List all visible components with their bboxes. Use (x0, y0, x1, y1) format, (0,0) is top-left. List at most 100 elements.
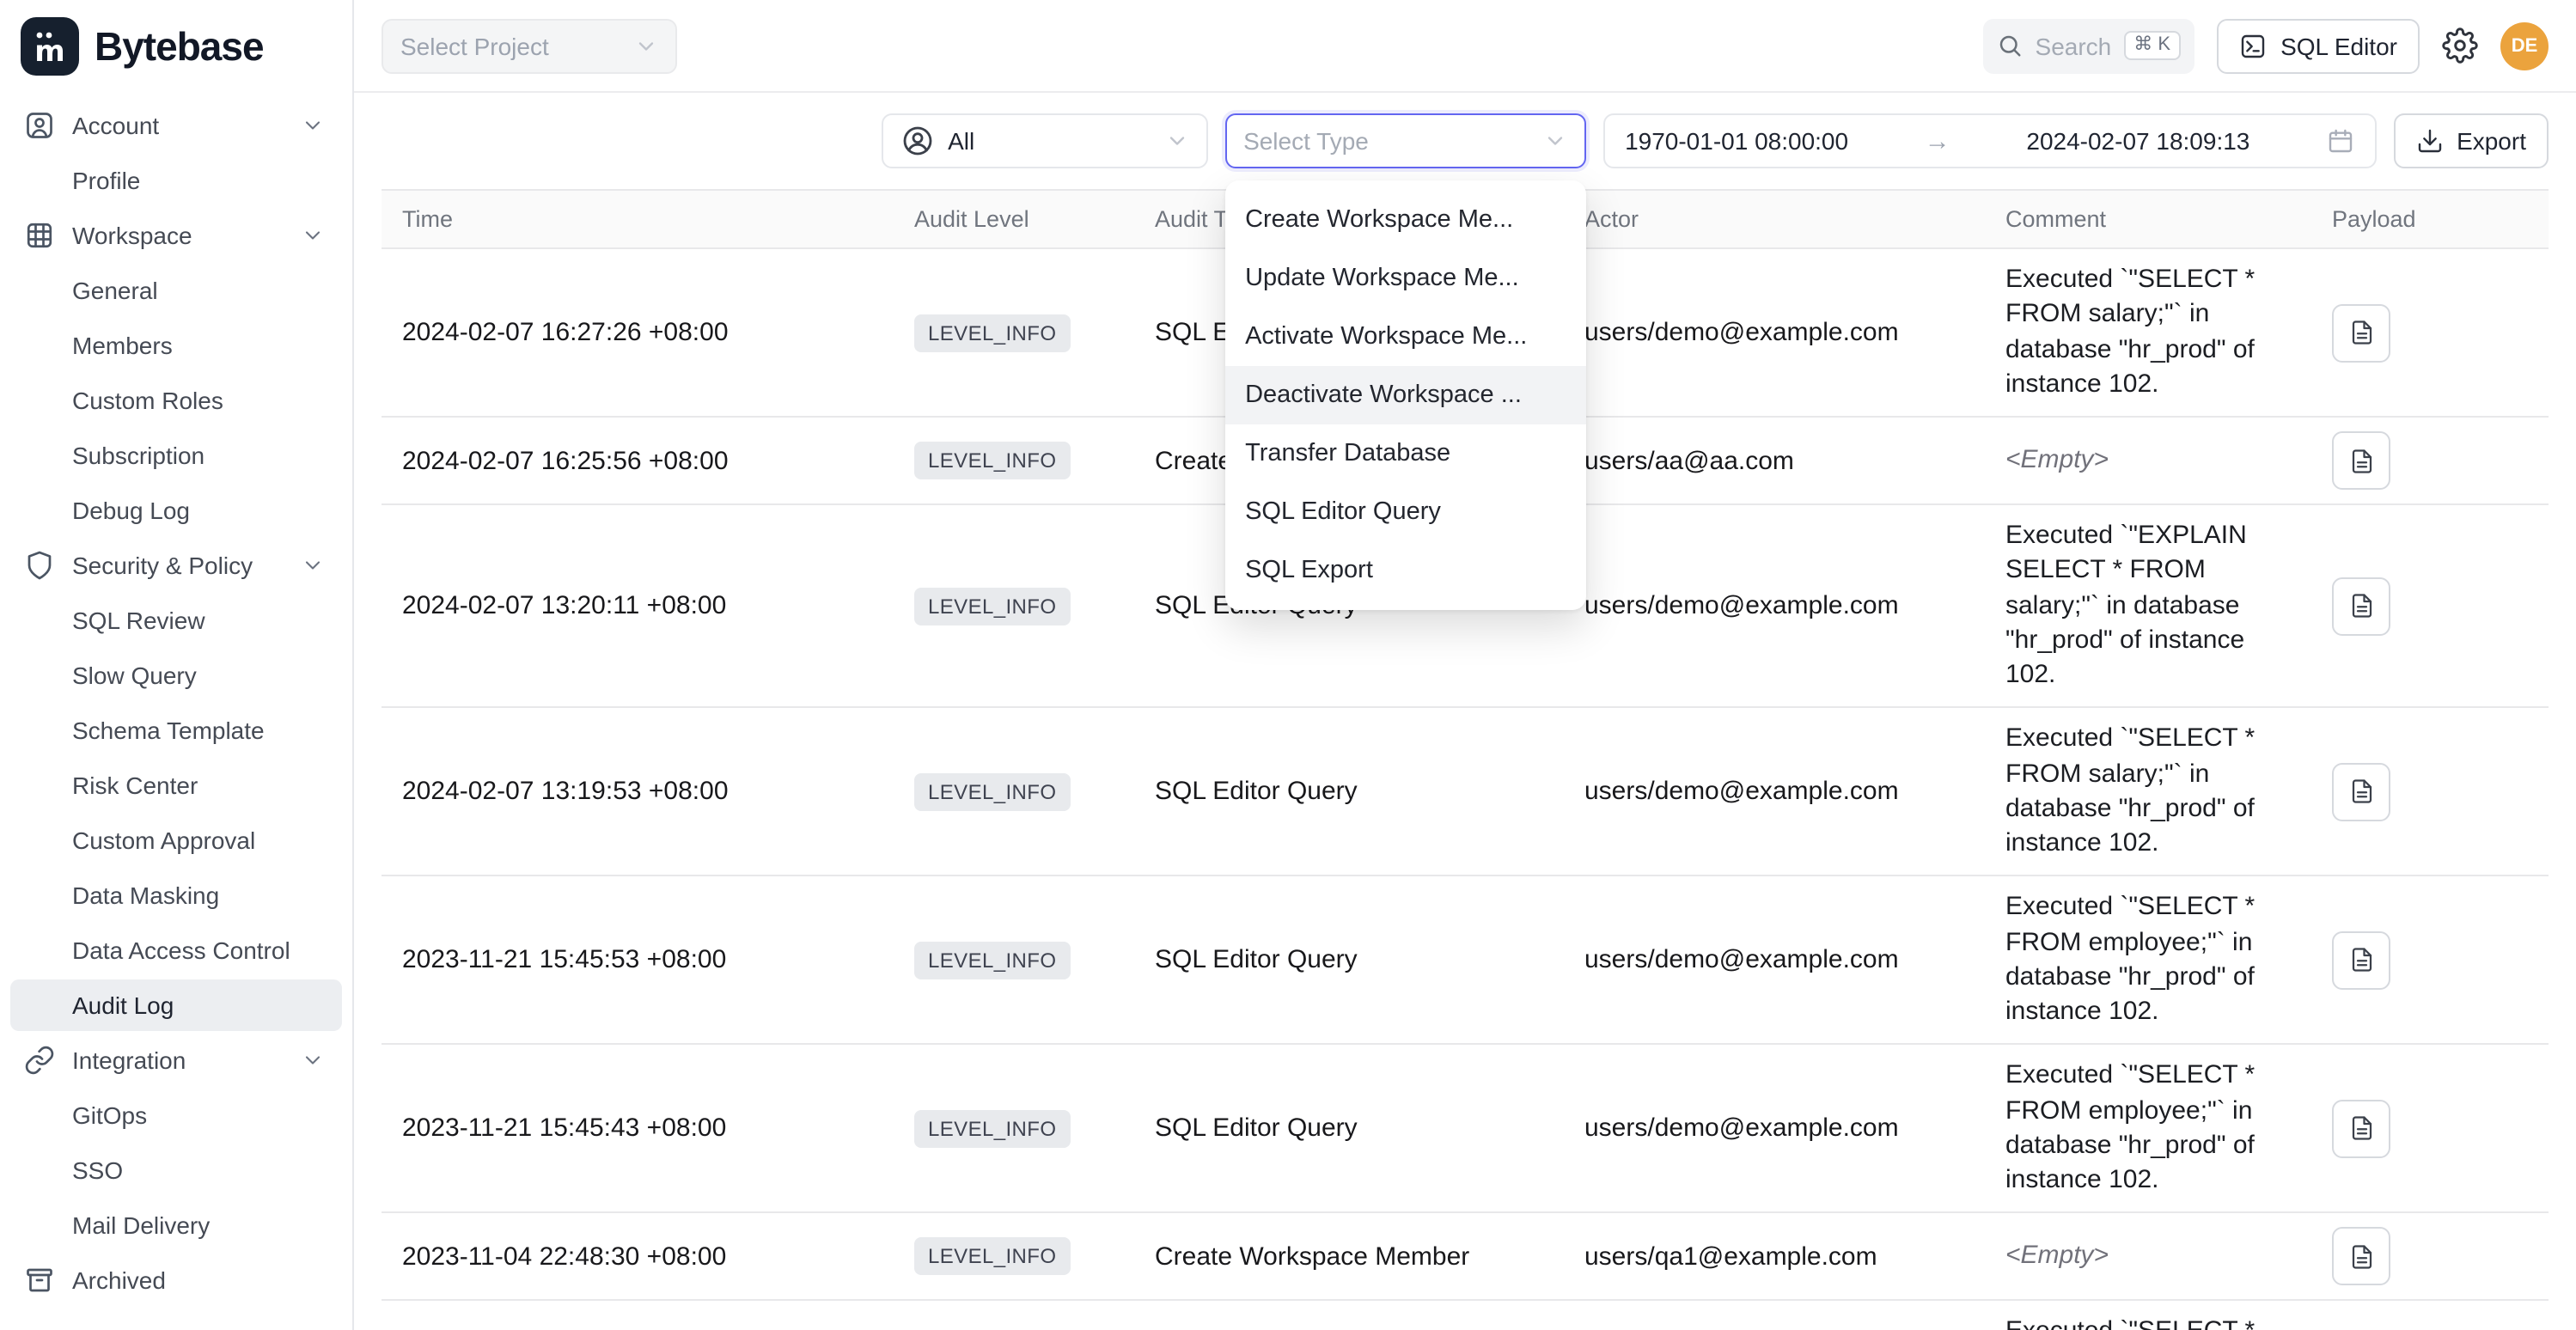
cell-payload (2311, 708, 2549, 876)
type-option-create-workspace-me[interactable]: Create Workspace Me... (1224, 191, 1585, 249)
avatar[interactable]: DE (2500, 21, 2549, 70)
sidebar-nav: AccountProfileWorkspaceGeneralMembersCus… (0, 93, 352, 1306)
cell-actor: users/demo@example.com (1564, 708, 1985, 876)
sidebar-section-account[interactable]: Account (10, 100, 342, 151)
payload-button[interactable] (2332, 1228, 2390, 1286)
cell-actor: users/demo@example.com (1564, 1301, 1985, 1330)
type-option-transfer-database[interactable]: Transfer Database (1224, 424, 1585, 483)
main-area: Select Project Search ⌘ K SQL Editor (354, 0, 2576, 1330)
sidebar-item-audit-log[interactable]: Audit Log (10, 979, 342, 1031)
sidebar-item-data-masking[interactable]: Data Masking (10, 869, 342, 921)
level-badge: LEVEL_INFO (914, 442, 1070, 479)
project-select[interactable]: Select Project (382, 18, 677, 73)
sidebar-item-sql-review[interactable]: SQL Review (10, 595, 342, 646)
settings-gear-icon[interactable] (2442, 27, 2478, 64)
sql-editor-button[interactable]: SQL Editor (2217, 18, 2420, 73)
payload-button[interactable] (2332, 763, 2390, 821)
download-icon (2415, 127, 2443, 155)
cell-comment: Executed `"EXPLAIN SELECT * FROM salary;… (1985, 504, 2311, 708)
brand-logo[interactable]: m Bytebase (0, 0, 352, 93)
cell-payload (2311, 248, 2549, 417)
sidebar-item-general[interactable]: General (10, 265, 342, 316)
date-range-picker[interactable]: 1970-01-01 08:00:00 → 2024-02-07 18:09:1… (1602, 113, 2376, 168)
actor-filter-value: All (948, 127, 974, 155)
col-header-time: Time (382, 190, 894, 248)
col-header-comment: Comment (1985, 190, 2311, 248)
cell-comment: <Empty> (1985, 1213, 2311, 1301)
table-row: 2023-11-21 15:45:53 +08:00LEVEL_INFOSQL … (382, 876, 2549, 1045)
search-input[interactable]: Search ⌘ K (1984, 18, 2195, 73)
cell-actor: users/demo@example.com (1564, 1045, 1985, 1213)
sidebar-item-risk-center[interactable]: Risk Center (10, 760, 342, 811)
filter-bar: All Select Type Create Workspace Me...Up… (354, 93, 2576, 189)
type-option-activate-workspace-me[interactable]: Activate Workspace Me... (1224, 308, 1585, 366)
sidebar-item-schema-template[interactable]: Schema Template (10, 705, 342, 756)
sidebar-item-custom-roles[interactable]: Custom Roles (10, 375, 342, 426)
payload-button[interactable] (2332, 431, 2390, 490)
cell-audit-level: LEVEL_INFO (894, 1301, 1134, 1330)
sidebar-item-custom-approval[interactable]: Custom Approval (10, 814, 342, 866)
payload-button[interactable] (2332, 1100, 2390, 1158)
sidebar-item-subscription[interactable]: Subscription (10, 430, 342, 481)
date-to: 2024-02-07 18:09:13 (2026, 127, 2249, 155)
payload-button[interactable] (2332, 931, 2390, 990)
export-label: Export (2457, 127, 2526, 155)
table-row: 2023-11-04 22:48:30 +08:00LEVEL_INFOCrea… (382, 1213, 2549, 1301)
date-from: 1970-01-01 08:00:00 (1625, 127, 1848, 155)
sql-editor-label: SQL Editor (2280, 32, 2397, 59)
cell-audit-level: LEVEL_INFO (894, 417, 1134, 504)
level-badge: LEVEL_INFO (914, 587, 1070, 625)
cell-comment: Executed `"SELECT * FROM salary;"` in da… (1985, 248, 2311, 417)
sidebar-section-workspace[interactable]: Workspace (10, 210, 342, 261)
sidebar-section-integration[interactable]: Integration (10, 1034, 342, 1086)
cell-audit-level: LEVEL_INFO (894, 1213, 1134, 1301)
chevron-down-icon (634, 34, 658, 58)
cell-actor: users/qa1@example.com (1564, 1213, 1985, 1301)
payload-button[interactable] (2332, 577, 2390, 635)
cell-comment: <Empty> (1985, 417, 2311, 504)
type-option-sql-editor-query[interactable]: SQL Editor Query (1224, 483, 1585, 541)
sidebar-item-slow-query[interactable]: Slow Query (10, 650, 342, 701)
cell-comment: Executed `"SELECT * FROM employee;"` in … (1985, 876, 2311, 1045)
sidebar-section-archived[interactable]: Archived (10, 1254, 342, 1306)
sidebar-item-debug-log[interactable]: Debug Log (10, 485, 342, 536)
cell-time: 2024-02-07 16:27:26 +08:00 (382, 248, 894, 417)
sidebar-item-sso[interactable]: SSO (10, 1144, 342, 1196)
level-badge: LEVEL_INFO (914, 942, 1070, 979)
workspace-icon (24, 220, 55, 251)
cell-payload (2311, 876, 2549, 1045)
brand-name: Bytebase (95, 23, 264, 70)
file-text-icon (2348, 1116, 2374, 1142)
arrow-right-icon: → (1925, 126, 1950, 156)
table-row: 2023-11-21 15:45:43 +08:00LEVEL_INFOSQL … (382, 1045, 2549, 1213)
sidebar-item-mail-delivery[interactable]: Mail Delivery (10, 1199, 342, 1251)
chevron-down-icon (297, 113, 328, 137)
level-badge: LEVEL_INFO (914, 314, 1070, 351)
actor-filter-select[interactable]: All (881, 113, 1207, 168)
cell-time: 2023-11-04 22:48:30 +08:00 (382, 1213, 894, 1301)
sidebar-section-security-policy[interactable]: Security & Policy (10, 540, 342, 591)
search-icon (1998, 33, 2024, 58)
col-header-audit-level: Audit Level (894, 190, 1134, 248)
sidebar-item-profile[interactable]: Profile (10, 155, 342, 206)
type-filter-select[interactable]: Select Type Create Workspace Me...Update… (1224, 113, 1585, 168)
chevron-down-icon (1542, 129, 1566, 153)
type-option-deactivate-workspace[interactable]: Deactivate Workspace ... (1224, 366, 1585, 424)
sidebar-item-gitops[interactable]: GitOps (10, 1089, 342, 1141)
export-button[interactable]: Export (2393, 113, 2549, 168)
cell-payload (2311, 417, 2549, 504)
col-header-actor: Actor (1564, 190, 1985, 248)
calendar-icon (2326, 127, 2353, 155)
sidebar-item-members[interactable]: Members (10, 320, 342, 371)
type-option-update-workspace-me[interactable]: Update Workspace Me... (1224, 249, 1585, 308)
cell-comment: Executed `"SELECT * FROM department;"` i… (1985, 1301, 2311, 1330)
file-text-icon (2348, 1244, 2374, 1270)
payload-button[interactable] (2332, 303, 2390, 362)
cell-actor: users/demo@example.com (1564, 504, 1985, 708)
level-badge: LEVEL_INFO (914, 773, 1070, 811)
type-option-sql-export[interactable]: SQL Export (1224, 541, 1585, 600)
chevron-down-icon (297, 553, 328, 577)
topbar-right: Search ⌘ K SQL Editor DE (1984, 18, 2549, 73)
cell-audit-level: LEVEL_INFO (894, 504, 1134, 708)
sidebar-item-data-access-control[interactable]: Data Access Control (10, 924, 342, 976)
